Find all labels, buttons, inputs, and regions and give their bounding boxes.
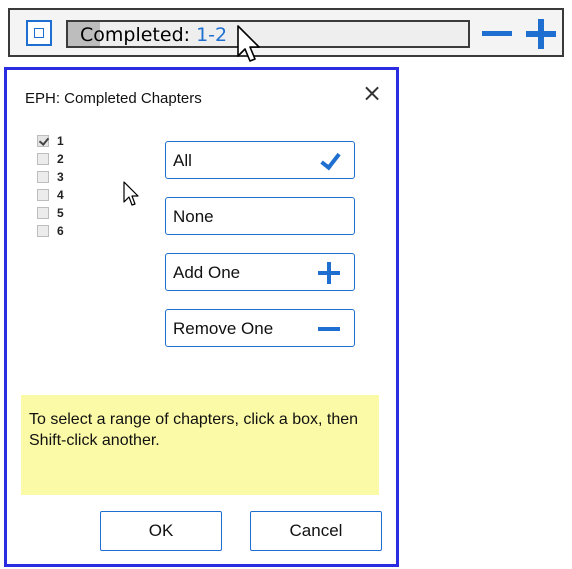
check-icon [318, 150, 340, 172]
select-chapters-toggle[interactable] [26, 20, 52, 46]
cancel-button[interactable]: Cancel [250, 511, 382, 551]
chapter-label: 2 [57, 152, 64, 166]
chapter-row-3[interactable]: 3 [37, 168, 87, 186]
mouse-cursor-icon [237, 25, 260, 62]
remove-chapter-minus-icon[interactable] [482, 31, 512, 36]
remove-one-button-label: Remove One [173, 319, 274, 338]
chapter-row-1[interactable]: 1 [37, 132, 87, 150]
chapter-row-2[interactable]: 2 [37, 150, 87, 168]
none-button[interactable]: None [165, 197, 355, 235]
add-chapter-plus-icon[interactable] [526, 19, 556, 49]
chapter-row-4[interactable]: 4 [37, 186, 87, 204]
dialog-title: EPH: Completed Chapters [25, 90, 202, 107]
chapter-checkbox[interactable] [37, 225, 49, 237]
progress-value: 1-2 [196, 24, 228, 46]
plus-icon [318, 262, 340, 284]
chapter-checkbox[interactable] [37, 171, 49, 183]
chapter-label: 5 [57, 206, 64, 220]
completed-chapters-field[interactable]: Completed: 1-2 [66, 20, 470, 48]
add-one-button[interactable]: Add One [165, 253, 355, 291]
progress-label: Completed: [80, 24, 191, 46]
chapter-row-6[interactable]: 6 [37, 222, 87, 240]
chapter-toolbar: Completed: 1-2 [0, 0, 572, 64]
none-button-label: None [173, 207, 214, 226]
all-button[interactable]: All [165, 141, 355, 179]
minus-icon [318, 318, 340, 340]
chapter-checkbox[interactable] [37, 189, 49, 201]
chapter-checkbox[interactable] [37, 207, 49, 219]
chapter-label: 1 [57, 134, 64, 148]
mouse-cursor-icon [123, 181, 139, 206]
range-selection-hint: To select a range of chapters, click a b… [21, 395, 379, 495]
chapter-row-5[interactable]: 5 [37, 204, 87, 222]
close-icon[interactable]: × [359, 80, 385, 106]
chapter-checkbox[interactable] [37, 153, 49, 165]
chapter-checkbox[interactable] [37, 135, 49, 147]
chapter-label: 3 [57, 170, 64, 184]
chapter-label: 4 [57, 188, 64, 202]
remove-one-button[interactable]: Remove One [165, 309, 355, 347]
add-one-button-label: Add One [173, 263, 241, 282]
chapter-list: 1 2 3 4 5 6 [37, 132, 87, 240]
completed-chapters-dialog: EPH: Completed Chapters × 1 2 3 4 5 6 Al… [4, 67, 399, 567]
all-button-label: All [173, 151, 192, 170]
ok-button[interactable]: OK [100, 511, 222, 551]
chapter-label: 6 [57, 224, 64, 238]
progress-text: Completed: 1-2 [80, 23, 227, 47]
